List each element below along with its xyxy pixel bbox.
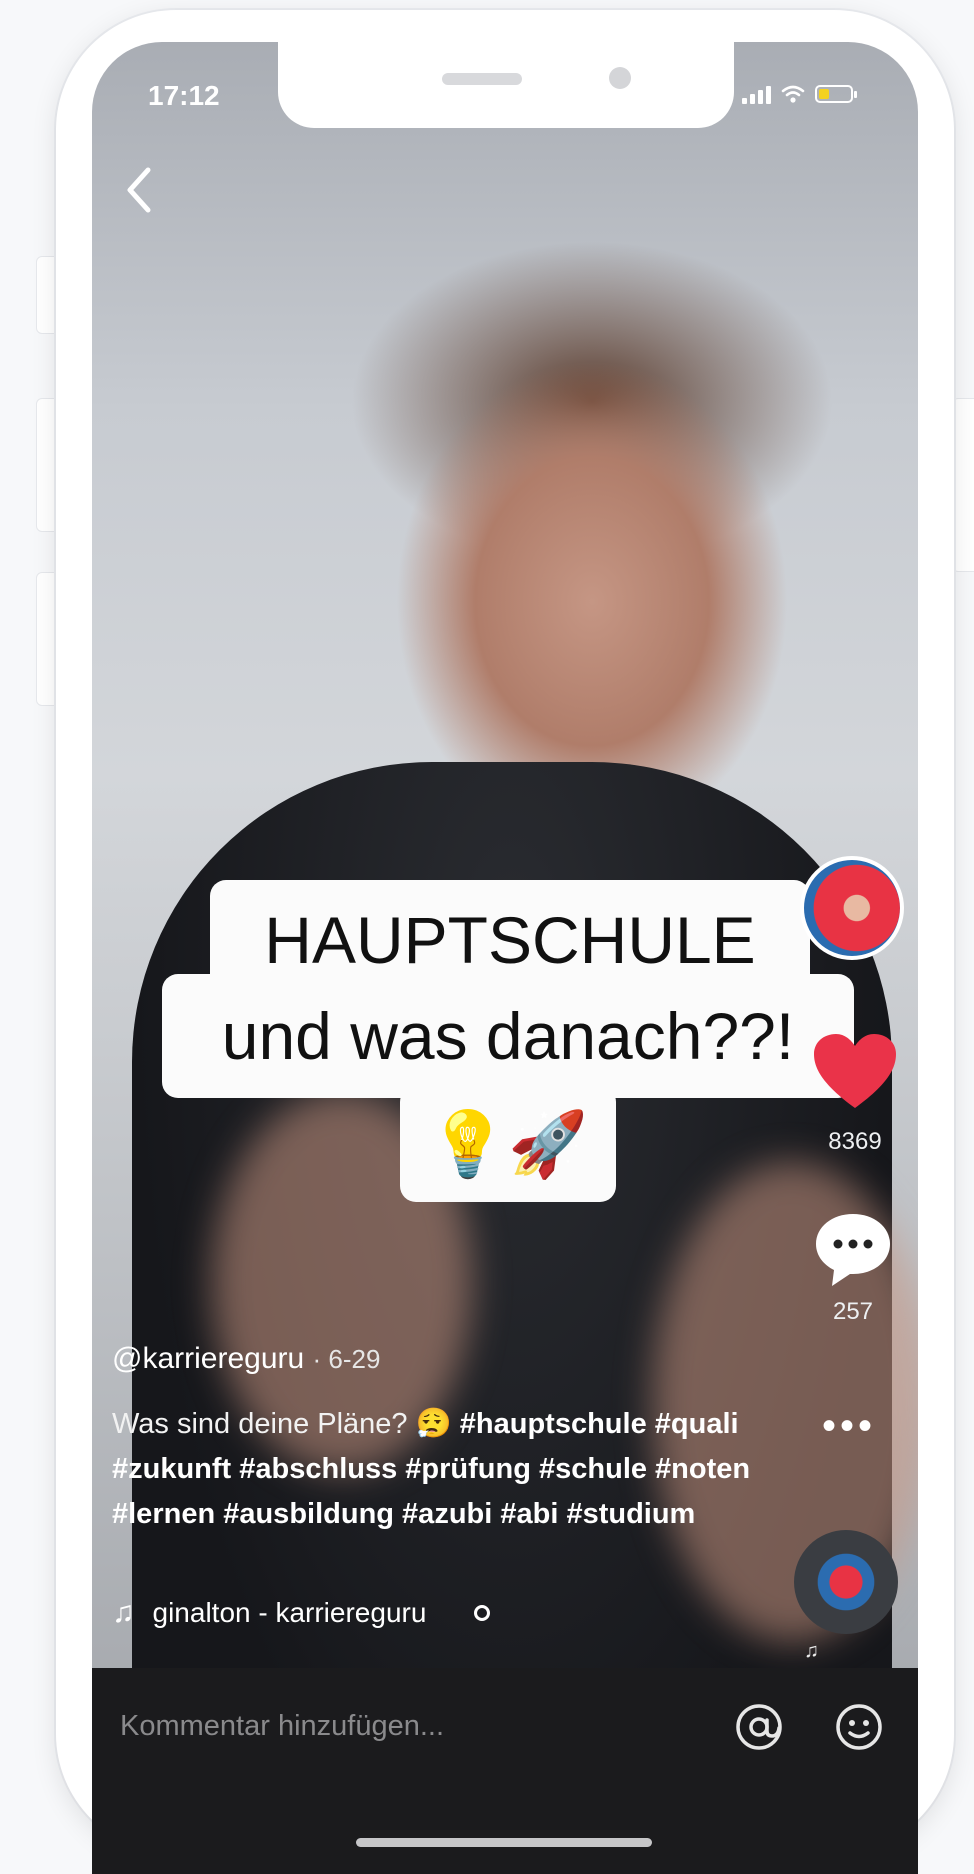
comments-count: 257: [832, 1298, 874, 1325]
mention-icon[interactable]: [734, 1702, 784, 1752]
creator-avatar[interactable]: [800, 856, 904, 960]
caption-line-2: und was danach??!: [162, 974, 854, 1098]
music-note-icon: ♫: [112, 1596, 135, 1629]
music-line[interactable]: ♫ ginalton - karriereguru: [112, 1596, 491, 1630]
comment-icon[interactable]: [812, 1210, 894, 1290]
status-time: 17:12: [148, 80, 220, 111]
phone-camera: [609, 67, 631, 89]
comment-input[interactable]: [118, 1700, 682, 1752]
emoji-icon[interactable]: [834, 1702, 884, 1752]
back-arrow-icon[interactable]: [118, 160, 162, 220]
battery-icon: [815, 85, 857, 103]
wifi-icon: [781, 85, 805, 103]
music-title[interactable]: ginalton - karriereguru: [153, 1597, 427, 1629]
description-text: Was sind deine Pläne? 😮‍💨: [112, 1408, 452, 1440]
post-description: Was sind deine Pläne? 😮‍💨 #hauptschule #…: [112, 1402, 752, 1537]
music-ring-icon: [474, 1605, 491, 1621]
caption-emojis: 💡🚀: [400, 1086, 616, 1202]
phone-notch: [278, 42, 734, 128]
post-date: · 6-29: [312, 1344, 381, 1374]
heart-icon[interactable]: [812, 1032, 898, 1112]
signal-icon: [742, 84, 771, 104]
username-text[interactable]: @karriereguru: [112, 1342, 304, 1375]
phone-speaker: [442, 73, 522, 85]
home-indicator[interactable]: [356, 1838, 652, 1847]
music-note-icon: ♫: [804, 1640, 819, 1662]
music-disc[interactable]: [794, 1530, 898, 1634]
status-icons: [742, 84, 857, 104]
background-card: [952, 398, 974, 572]
post-username[interactable]: @karriereguru · 6-29: [112, 1342, 380, 1376]
more-options-icon[interactable]: •••: [822, 1406, 876, 1446]
likes-count: 8369: [828, 1128, 882, 1155]
